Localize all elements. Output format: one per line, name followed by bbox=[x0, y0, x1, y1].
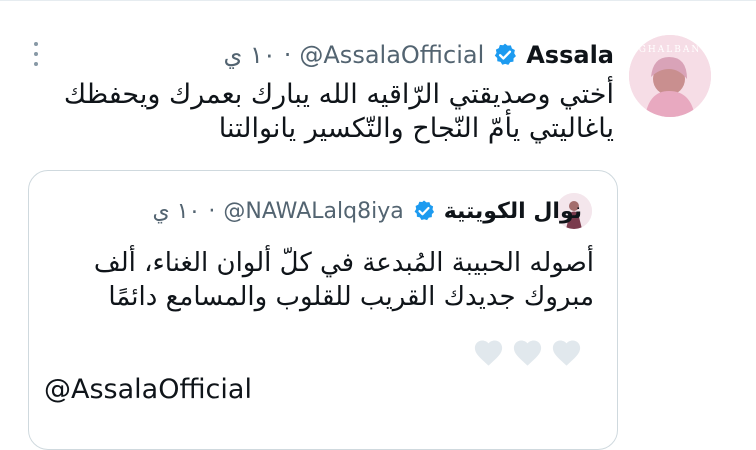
verified-badge-icon bbox=[414, 200, 434, 221]
quoted-tweet-header: ١٠ ي · @NAWALalq8iya نوال الكويتية bbox=[153, 196, 583, 226]
avatar-logo-text: GHALBAN bbox=[638, 45, 702, 55]
quoted-mention-link[interactable]: @AssalaOfficial bbox=[44, 374, 252, 405]
tweet-handle[interactable]: @AssalaOfficial bbox=[299, 41, 484, 69]
top-divider bbox=[0, 0, 756, 1]
avatar[interactable]: GHALBAN bbox=[629, 35, 711, 117]
quoted-tweet-time[interactable]: ١٠ ي bbox=[153, 199, 201, 224]
verified-badge-icon bbox=[495, 43, 517, 65]
tweet-display-name[interactable]: Assala bbox=[526, 41, 614, 69]
quoted-display-name[interactable]: نوال الكويتية bbox=[444, 199, 582, 224]
quoted-header-separator: · bbox=[208, 198, 216, 224]
tweet-header: ١٠ ي · @AssalaOfficial Assala bbox=[224, 40, 614, 70]
quoted-tweet-handle[interactable]: @NAWALalq8iya bbox=[223, 199, 403, 224]
quoted-tweet-text: أصوله الحبيبة المُبدعة في كلّ ألوان الغن… bbox=[93, 248, 594, 312]
hearts-row bbox=[472, 337, 592, 369]
header-separator: · bbox=[283, 41, 292, 69]
tweet-time[interactable]: ١٠ ي bbox=[224, 41, 276, 69]
tweet-text: أختي وصديقتي الرّاقيه الله يبارك بعمرك و… bbox=[63, 79, 614, 144]
heart-icon bbox=[474, 340, 503, 366]
heart-icon bbox=[513, 340, 542, 366]
heart-icon bbox=[552, 340, 581, 366]
more-options-icon[interactable] bbox=[30, 42, 42, 66]
